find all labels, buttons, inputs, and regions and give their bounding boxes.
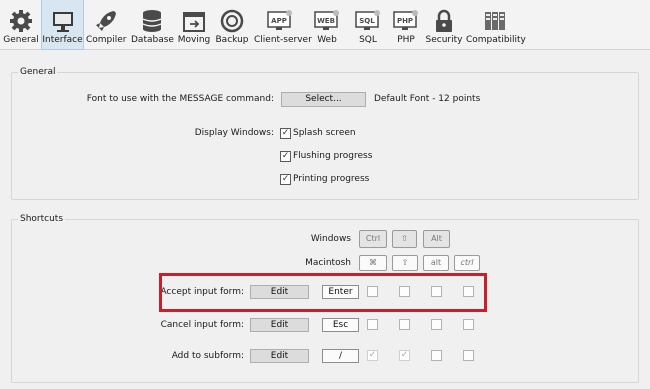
windows-ctrl-key: Ctrl <box>359 230 387 248</box>
preferences-toolbar: General Interface Compiler Database Movi… <box>0 0 650 50</box>
cancel-edit-button[interactable]: Edit <box>250 318 309 332</box>
lock-icon <box>436 9 452 32</box>
tab-compiler-label: Compiler <box>86 35 127 45</box>
tab-web-label: Web <box>317 35 337 45</box>
database-icon <box>142 10 161 32</box>
mac-alt-key: alt <box>423 255 449 271</box>
tab-interface[interactable]: Interface <box>41 0 84 50</box>
sql-icon: SQL <box>355 10 380 30</box>
tab-compatibility[interactable]: Compatibility <box>466 0 526 50</box>
shortcuts-group-title: Shortcuts <box>18 214 66 224</box>
subform-shift-checkbox[interactable]: ✓ <box>399 350 410 361</box>
tab-compatibility-label: Compatibility <box>466 35 526 45</box>
subform-ctrl-mac-checkbox[interactable] <box>463 350 474 361</box>
svg-text:PHP: PHP <box>397 17 413 25</box>
tab-compiler[interactable]: Compiler <box>86 0 127 50</box>
subform-key-field[interactable]: / <box>322 349 359 363</box>
printing-progress-checkbox[interactable]: ✓ <box>280 174 291 185</box>
tab-database-label: Database <box>131 35 174 45</box>
compatibility-icon <box>485 12 505 30</box>
tab-moving-label: Moving <box>177 35 211 45</box>
subform-edit-button[interactable]: Edit <box>250 349 309 363</box>
flushing-progress-label: Flushing progress <box>293 151 373 161</box>
web-icon: WEB <box>314 10 339 30</box>
splash-screen-checkbox[interactable]: ✓ <box>280 128 291 139</box>
flushing-progress-checkbox[interactable]: ✓ <box>280 151 291 162</box>
moving-icon <box>183 12 205 32</box>
select-font-button[interactable]: Select... <box>281 92 366 107</box>
cancel-alt-checkbox[interactable] <box>431 319 442 330</box>
general-group-title: General <box>18 67 58 77</box>
mac-shift-key: ⇧ <box>392 255 418 271</box>
tab-security-label: Security <box>425 35 463 45</box>
tab-backup-label: Backup <box>215 35 249 45</box>
tab-sql-label: SQL <box>359 35 377 45</box>
tab-php[interactable]: PHP PHP <box>390 0 422 50</box>
windows-alt-key: Alt <box>423 230 450 248</box>
php-icon: PHP <box>393 10 418 30</box>
gear-icon <box>10 10 32 32</box>
svg-text:SQL: SQL <box>359 17 375 25</box>
tab-interface-label: Interface <box>42 35 83 45</box>
windows-label: Windows <box>310 234 351 244</box>
tab-client-server-label: Client-server <box>254 35 312 45</box>
tab-database[interactable]: Database <box>131 0 174 50</box>
highlight-box <box>159 273 487 312</box>
cancel-shift-checkbox[interactable] <box>399 319 410 330</box>
splash-screen-label: Splash screen <box>293 128 356 138</box>
tab-moving[interactable]: Moving <box>176 0 212 50</box>
tab-client-server[interactable]: APP Client-server <box>254 0 312 50</box>
tab-backup[interactable]: Backup <box>215 0 249 50</box>
cancel-ctrl-checkbox[interactable] <box>367 319 378 330</box>
font-value: Default Font - 12 points <box>374 94 481 104</box>
monitor-icon <box>52 12 73 32</box>
subform-ctrl-checkbox[interactable]: ✓ <box>367 350 378 361</box>
cancel-input-form-label: Cancel input form: <box>160 320 244 330</box>
macintosh-label: Macintosh <box>305 258 351 268</box>
mac-ctrl-key: ctrl <box>454 255 480 271</box>
add-to-subform-label: Add to subform: <box>171 351 244 361</box>
cancel-ctrl-mac-checkbox[interactable] <box>463 319 474 330</box>
tab-php-label: PHP <box>397 35 415 45</box>
tab-general-label: General <box>3 35 39 45</box>
windows-shift-key: ⇧ <box>392 230 417 248</box>
printing-progress-label: Printing progress <box>293 174 370 184</box>
font-label: Font to use with the MESSAGE command: <box>86 94 274 104</box>
tab-general[interactable]: General <box>2 0 40 50</box>
tab-security[interactable]: Security <box>425 0 463 50</box>
rocket-icon <box>96 11 116 31</box>
backup-icon <box>220 9 244 33</box>
tab-web[interactable]: WEB Web <box>310 0 344 50</box>
svg-text:WEB: WEB <box>317 17 335 25</box>
cancel-key-field[interactable]: Esc <box>322 318 359 332</box>
client-server-icon: APP <box>267 10 292 30</box>
tab-sql[interactable]: SQL SQL <box>352 0 384 50</box>
mac-command-key: ⌘ <box>359 255 387 271</box>
svg-text:APP: APP <box>271 17 287 25</box>
display-windows-label: Display Windows: <box>194 128 274 138</box>
subform-alt-checkbox[interactable] <box>431 350 442 361</box>
